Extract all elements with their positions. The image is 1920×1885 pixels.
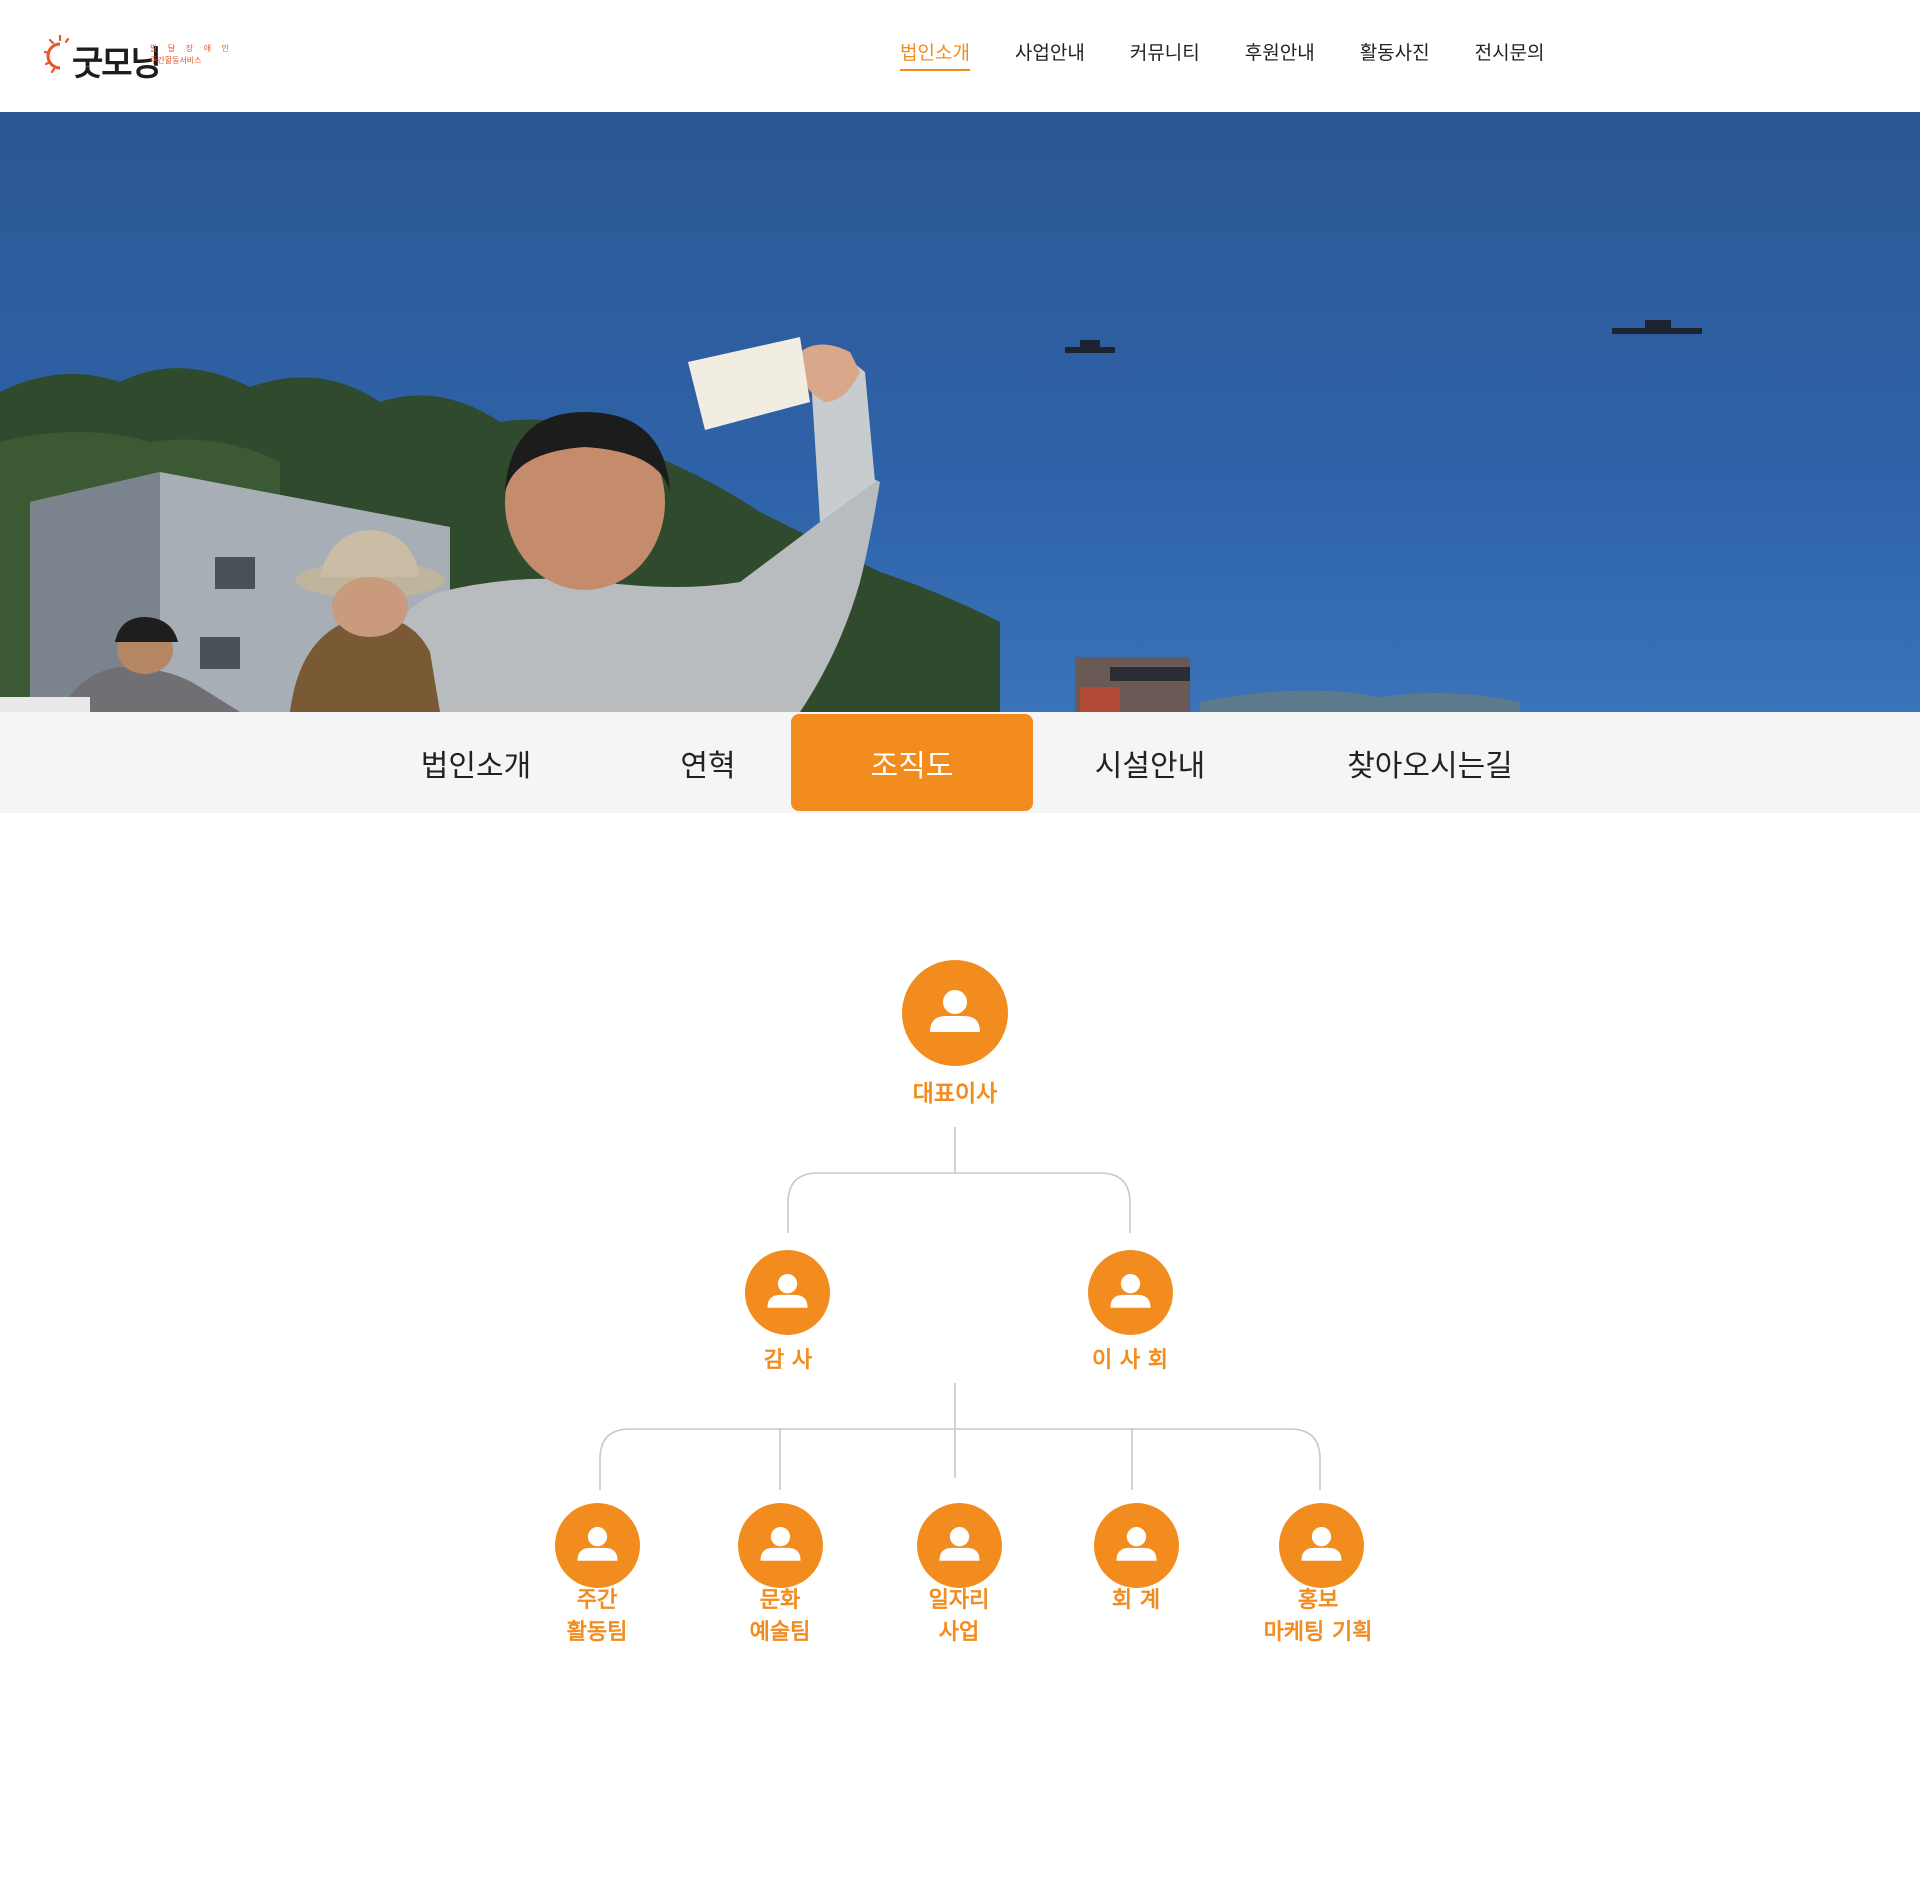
label-team-daytime: 주간 활동팀	[566, 1588, 628, 1645]
tab-organization[interactable]: 조직도	[791, 714, 1033, 811]
node-auditor	[745, 1250, 830, 1335]
person-icon	[930, 990, 980, 1032]
person-icon	[767, 1274, 808, 1308]
label-team-marketing: 홍보 마케팅 기획	[1263, 1588, 1373, 1645]
nav-item-sponsorship[interactable]: 후원안내	[1245, 38, 1315, 71]
logo-subtitle-1: 발 달 장 애 인	[150, 44, 233, 53]
site-logo[interactable]: 굿모닝 발 달 장 애 인 주간활동서비스	[44, 34, 229, 84]
person-icon	[1110, 1274, 1151, 1308]
node-team-jobs	[917, 1503, 1002, 1588]
tab-introduction[interactable]: 법인소개	[396, 714, 556, 811]
tab-history[interactable]: 연혁	[628, 714, 788, 811]
hero-photo	[0, 112, 1920, 712]
node-team-accounting	[1094, 1503, 1179, 1588]
logo-name: 굿모닝	[72, 44, 162, 84]
person-icon	[577, 1527, 618, 1561]
nav-item-exhibition[interactable]: 전시문의	[1475, 38, 1545, 71]
label-board: 이 사 회	[1091, 1348, 1169, 1373]
main-nav: 법인소개 사업안내 커뮤니티 후원안내 활동사진 전시문의	[900, 38, 1590, 71]
label-ceo: 대표이사	[912, 1081, 998, 1107]
node-team-daytime	[555, 1503, 640, 1588]
person-icon	[939, 1527, 980, 1561]
node-team-marketing	[1279, 1503, 1364, 1588]
person-icon	[1301, 1527, 1342, 1561]
org-chart: 대표이사 감 사 이 사 회 주간 활동팀 문화 예술팀 일자리 사업 회 계 …	[0, 813, 1920, 1885]
hero-image	[0, 112, 1920, 712]
nav-item-business[interactable]: 사업안내	[1015, 38, 1085, 71]
node-team-culture	[738, 1503, 823, 1588]
label-auditor: 감 사	[763, 1348, 813, 1373]
nav-item-corporation[interactable]: 법인소개	[900, 38, 970, 71]
tab-directions[interactable]: 찾아오시는길	[1320, 714, 1540, 811]
tab-facilities[interactable]: 시설안내	[1070, 714, 1230, 811]
node-board	[1088, 1250, 1173, 1335]
person-icon	[1116, 1527, 1157, 1561]
node-ceo	[902, 960, 1008, 1066]
nav-item-community[interactable]: 커뮤니티	[1130, 38, 1200, 71]
label-team-jobs: 일자리 사업	[928, 1588, 990, 1645]
sub-tab-bar: 법인소개 연혁 조직도 시설안내 찾아오시는길	[0, 712, 1920, 813]
person-icon	[760, 1527, 801, 1561]
site-header: 굿모닝 발 달 장 애 인 주간활동서비스 법인소개 사업안내 커뮤니티 후원안…	[0, 0, 1920, 112]
label-team-culture: 문화 예술팀	[749, 1588, 811, 1645]
logo-subtitle-2: 주간활동서비스	[150, 56, 202, 65]
nav-item-photos[interactable]: 활동사진	[1360, 38, 1430, 71]
label-team-accounting: 회 계	[1111, 1588, 1161, 1613]
